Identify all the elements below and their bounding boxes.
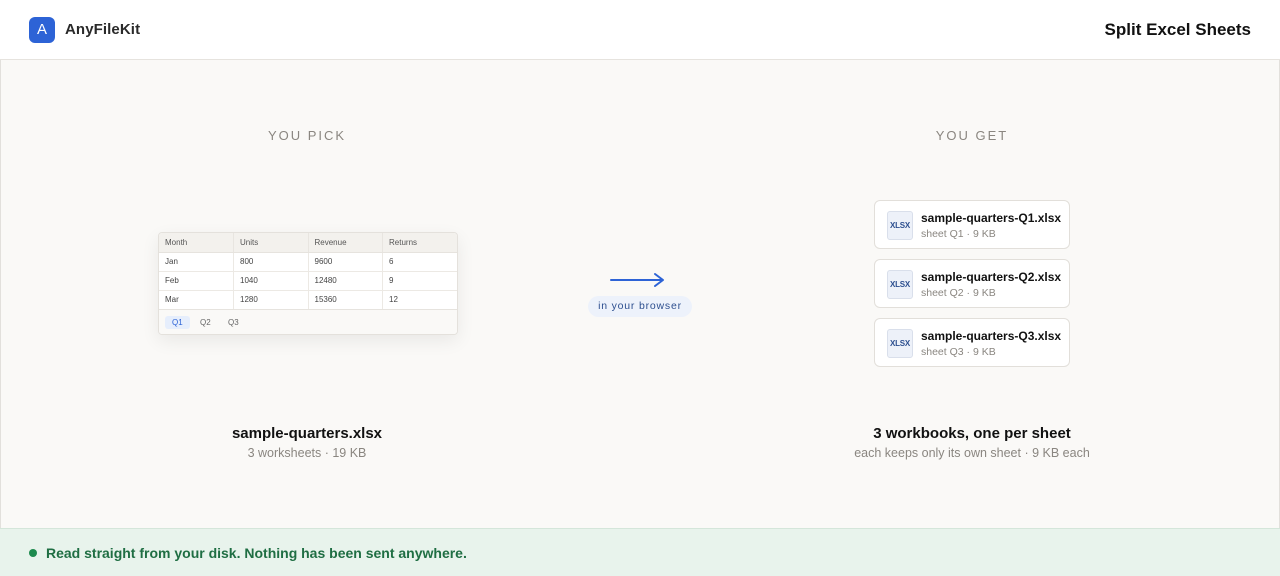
sheet-cell: Jan — [159, 252, 234, 272]
sheet-table: Month Units Revenue Returns Jan 800 9600… — [159, 233, 457, 310]
sheet-row: Jan 800 9600 6 — [159, 252, 457, 272]
xlsx-file-icon: XLSX — [887, 211, 913, 240]
sheet-cell: 12 — [382, 290, 457, 310]
output-file-name: sample-quarters-Q1.xlsx — [921, 211, 1062, 225]
sheet-cell: 15360 — [308, 290, 383, 310]
privacy-status-text: Read straight from your disk. Nothing ha… — [46, 545, 467, 561]
output-file-meta: sheet Q2 · 9 KB — [921, 287, 996, 299]
output-file-meta: sheet Q1 · 9 KB — [921, 228, 996, 240]
column-header: Returns — [382, 233, 457, 253]
output-file-name: sample-quarters-Q3.xlsx — [921, 329, 1062, 343]
output-file-card[interactable]: XLSX sample-quarters-Q1.xlsx sheet Q1 · … — [874, 200, 1070, 249]
xlsx-file-icon: XLSX — [887, 270, 913, 299]
sheet-cell: Mar — [159, 290, 234, 310]
sheet-cell: 9 — [382, 271, 457, 291]
sheet-cell: 800 — [233, 252, 309, 272]
sheet-tab-bar: Q1 Q2 Q3 — [159, 309, 457, 334]
column-header: Units — [233, 233, 309, 253]
sheet-cell: 1040 — [233, 271, 309, 291]
sheet-row: Mar 1280 15360 12 — [159, 290, 457, 310]
output-file-meta: sheet Q3 · 9 KB — [921, 346, 996, 358]
sheet-cell: 12480 — [308, 271, 383, 291]
input-heading: YOU PICK — [267, 128, 347, 143]
sheet-cell: Feb — [159, 271, 234, 291]
column-header: Month — [159, 233, 234, 253]
sheet-tab-q1[interactable]: Q1 — [165, 316, 190, 329]
privacy-status-bar: Read straight from your disk. Nothing ha… — [0, 528, 1280, 576]
brand-logo[interactable]: A — [29, 17, 55, 43]
xlsx-file-icon: XLSX — [887, 329, 913, 358]
output-heading: YOU GET — [935, 128, 1009, 143]
sheet-header-row: Month Units Revenue Returns — [159, 233, 457, 253]
input-filename: sample-quarters.xlsx — [231, 425, 383, 442]
spreadsheet-preview: Month Units Revenue Returns Jan 800 9600… — [158, 232, 458, 335]
output-details: each keeps only its own sheet · 9 KB eac… — [854, 446, 1090, 460]
brand-name[interactable]: AnyFileKit — [65, 21, 140, 38]
page-title: Split Excel Sheets — [1104, 20, 1251, 39]
sheet-cell: 9600 — [308, 252, 383, 272]
sheet-row: Feb 1040 12480 9 — [159, 271, 457, 291]
input-file-details: 3 worksheets · 19 KB — [247, 446, 367, 460]
sheet-tab-q3[interactable]: Q3 — [221, 316, 246, 329]
arrow-right-icon — [610, 273, 664, 287]
output-summary: 3 workbooks, one per sheet — [873, 425, 1071, 442]
output-file-card[interactable]: XLSX sample-quarters-Q3.xlsx sheet Q3 · … — [874, 318, 1070, 367]
output-file-card[interactable]: XLSX sample-quarters-Q2.xlsx sheet Q2 · … — [874, 259, 1070, 308]
status-dot-icon — [29, 549, 37, 557]
app-header: A AnyFileKit Split Excel Sheets — [0, 0, 1280, 60]
sheet-cell: 6 — [382, 252, 457, 272]
output-file-name: sample-quarters-Q2.xlsx — [921, 270, 1062, 284]
column-header: Revenue — [308, 233, 383, 253]
sheet-cell: 1280 — [233, 290, 309, 310]
in-browser-badge: in your browser — [588, 296, 692, 317]
sheet-tab-q2[interactable]: Q2 — [193, 316, 218, 329]
